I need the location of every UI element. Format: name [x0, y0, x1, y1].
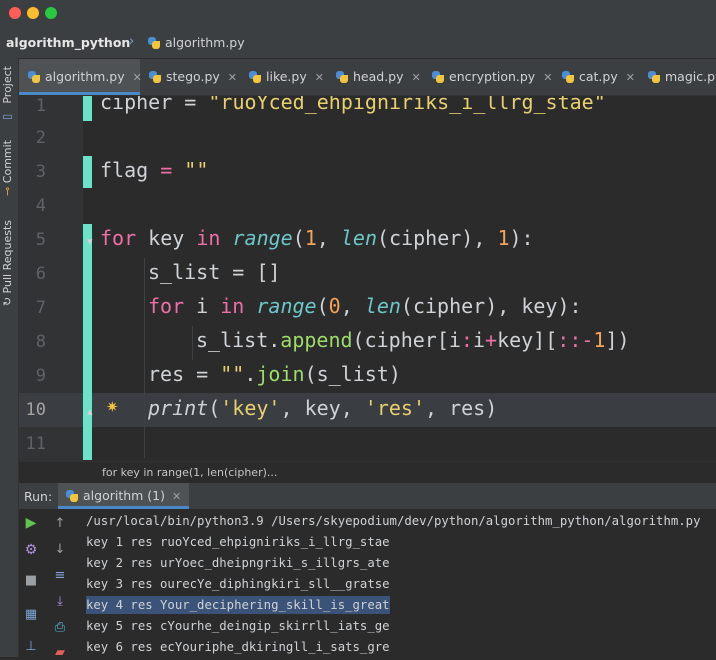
- nav-file[interactable]: algorithm.py: [148, 35, 245, 50]
- indent-guide: [144, 258, 145, 458]
- tool-tab-pull-requests[interactable]: ↻ Pull Requests: [1, 220, 14, 306]
- python-file-icon: [336, 71, 348, 83]
- nav-file-name: algorithm.py: [165, 35, 245, 50]
- console-line: key 2 res urYoec_dheipngriki_s_illgrs_at…: [86, 556, 390, 570]
- fold-icon[interactable]: ▾: [87, 235, 93, 248]
- close-tab-icon[interactable]: ✕: [412, 71, 421, 84]
- run-panel: ▶ ⚙ ■ ▦ ⊥ ↑ ↓ ≡ ⤓ ⎙ ▰ /usr/local/bin/pyt…: [19, 509, 716, 660]
- tool-tab-commit[interactable]: ⊸ Commit: [1, 140, 14, 196]
- tab-like[interactable]: like.py ✕: [249, 59, 324, 95]
- commit-icon: ⊸: [1, 186, 14, 196]
- close-tab-icon[interactable]: ✕: [228, 71, 237, 84]
- python-file-icon: [28, 71, 40, 83]
- run-tool-header: Run: algorithm (1) ✕: [19, 483, 716, 509]
- pin-icon[interactable]: ⊥: [24, 639, 38, 654]
- close-window-button[interactable]: [9, 7, 21, 19]
- python-file-icon: [149, 71, 161, 83]
- code-line-3: flag = "": [100, 158, 209, 182]
- stop-icon[interactable]: ■: [24, 573, 38, 588]
- python-file-icon: [432, 71, 444, 83]
- code-line-7: for i in range(0, len(cipher), key):: [148, 294, 582, 318]
- tab-magic[interactable]: magic.py: [648, 59, 716, 95]
- close-tab-icon[interactable]: ✕: [543, 71, 552, 84]
- tab-stego[interactable]: stego.py ✕: [149, 59, 237, 95]
- code-line-9: res = "".join(s_list): [148, 362, 401, 386]
- line-number[interactable]: 3: [19, 162, 46, 182]
- rerun-icon[interactable]: ▶: [24, 515, 38, 531]
- change-marker: [83, 96, 92, 121]
- close-tab-icon[interactable]: ✕: [133, 71, 142, 84]
- tab-encryption[interactable]: encryption.py ✕: [432, 59, 552, 95]
- scroll-to-end-icon[interactable]: ⤓: [53, 594, 67, 609]
- indent-guide: [192, 326, 193, 360]
- pull-request-icon: ↻: [1, 296, 14, 307]
- print-icon[interactable]: ⎙: [53, 620, 67, 635]
- navigation-bar: algorithm_python › algorithm.py: [0, 28, 716, 59]
- python-file-icon: [66, 490, 78, 502]
- line-number[interactable]: 8: [19, 332, 46, 352]
- fold-icon[interactable]: ▴: [87, 405, 93, 418]
- line-number[interactable]: 11: [19, 434, 46, 454]
- title-bar: [0, 0, 716, 28]
- tab-algorithm[interactable]: algorithm.py ✕: [19, 59, 142, 95]
- code-line-6: s_list = []: [148, 260, 281, 284]
- line-number[interactable]: 2: [19, 128, 46, 148]
- code-line-1: cipher = "ruoYced_ehpigniriks_i_llrg_sta…: [100, 96, 606, 114]
- run-tab[interactable]: algorithm (1) ✕: [58, 483, 190, 509]
- settings-icon[interactable]: ⚙: [24, 542, 38, 558]
- code-line-10: print('key', key, 'res', res): [148, 396, 498, 420]
- code-editor[interactable]: 1 2 3 4 5 6 7 8 9 10 11 ▾ ▴ ✷ cipher = "…: [19, 96, 716, 461]
- python-file-icon: [562, 71, 574, 83]
- python-file-icon: [249, 71, 261, 83]
- run-toolbar-secondary: ↑ ↓ ≡ ⤓ ⎙ ▰: [53, 509, 77, 660]
- editor-tab-bar: algorithm.py ✕ stego.py ✕ like.py ✕ head.py…: [19, 59, 716, 96]
- line-number-current[interactable]: 10: [19, 400, 46, 420]
- line-number[interactable]: 4: [19, 196, 46, 216]
- trash-icon[interactable]: ▰: [53, 645, 67, 660]
- maximize-window-button[interactable]: [45, 7, 57, 19]
- run-label: Run:: [24, 489, 53, 504]
- console-line-selected: key 4 res Your_deciphering_skill_is_grea…: [86, 596, 390, 614]
- console-line: key 5 res cYourhe_deingip_skirrll_iats_g…: [86, 619, 390, 633]
- line-number[interactable]: 5: [19, 230, 46, 250]
- close-tab-icon[interactable]: ✕: [315, 71, 324, 84]
- tab-head[interactable]: head.py ✕: [336, 59, 421, 95]
- soft-wrap-icon[interactable]: ≡: [53, 568, 67, 583]
- python-file-icon: [148, 37, 160, 49]
- line-number[interactable]: 7: [19, 298, 46, 318]
- console-line: key 1 res ruoYced_ehpigniriks_i_llrg_sta…: [86, 535, 390, 549]
- nav-project-name[interactable]: algorithm_python: [6, 35, 130, 50]
- python-file-icon: [648, 71, 660, 83]
- line-number[interactable]: 9: [19, 366, 46, 386]
- folder-icon: ▭: [1, 111, 14, 125]
- left-tool-window-bar: ▭ Project ⊸ Commit ↻ Pull Requests: [0, 58, 19, 657]
- run-toolbar-primary: ▶ ⚙ ■ ▦ ⊥: [24, 509, 48, 657]
- console-line: key 6 res ecYouriphe_dkiringll_i_sats_gr…: [86, 640, 390, 654]
- console-line: /usr/local/bin/python3.9 /Users/skyepodi…: [86, 514, 701, 528]
- change-marker: [83, 224, 92, 460]
- lightbulb-icon[interactable]: ✷: [106, 398, 119, 416]
- code-line-8: s_list.append(cipher[i:i+key][::-1]): [196, 328, 630, 352]
- close-tab-icon[interactable]: ✕: [626, 71, 635, 84]
- minimize-window-button[interactable]: [27, 7, 39, 19]
- line-number[interactable]: 6: [19, 264, 46, 284]
- code-line-5: for key in range(1, len(cipher), 1):: [100, 226, 534, 250]
- chevron-right-icon: ›: [129, 34, 135, 49]
- layout-icon[interactable]: ▦: [24, 607, 38, 622]
- code-breadcrumb[interactable]: for key in range(1, len(cipher)...: [19, 461, 716, 483]
- line-number[interactable]: 1: [19, 96, 46, 116]
- change-marker: [83, 156, 92, 188]
- tab-cat[interactable]: cat.py ✕: [562, 59, 635, 95]
- close-tab-icon[interactable]: ✕: [172, 490, 181, 503]
- console-line: key 3 res ourecYe_diphingkiri_sll__grats…: [86, 577, 390, 591]
- console-output[interactable]: /usr/local/bin/python3.9 /Users/skyepodi…: [86, 509, 716, 657]
- arrow-down-icon[interactable]: ↓: [53, 542, 67, 557]
- arrow-up-icon[interactable]: ↑: [53, 516, 67, 531]
- tool-tab-project[interactable]: ▭ Project: [1, 66, 14, 124]
